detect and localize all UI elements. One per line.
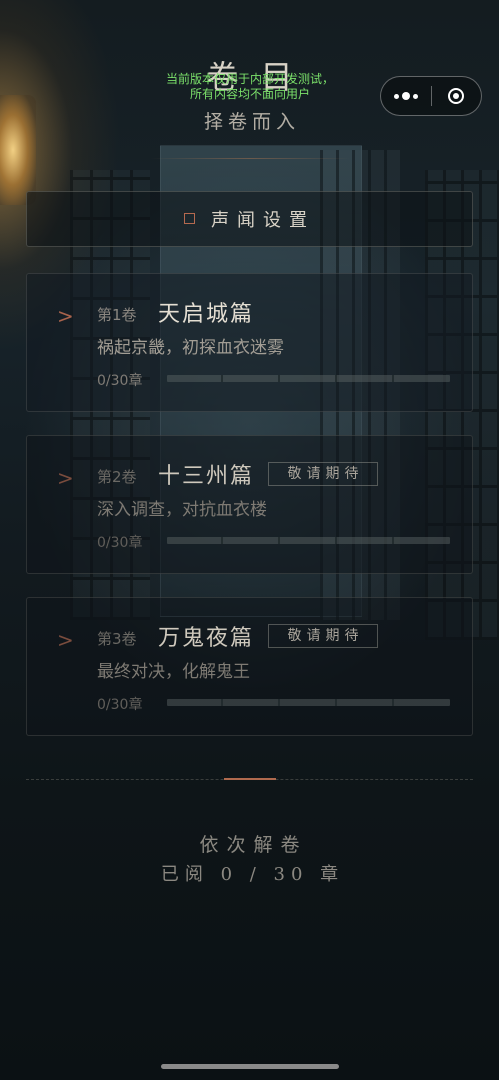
volume-card-3[interactable]: > 第3卷 万鬼夜篇 敬请期待 最终对决，化解鬼王 0/30章 [26, 597, 473, 736]
volume-progress-text: 0/30章 [97, 373, 143, 389]
bar-segment [221, 375, 223, 382]
volume-description: 深入调查，对抗血衣楼 [97, 500, 267, 520]
sound-settings-label: 声闻设置 [211, 210, 315, 231]
bar-segment [335, 537, 337, 544]
home-indicator [161, 1064, 339, 1069]
chevron-right-icon: > [57, 304, 74, 328]
bar-segment [221, 537, 223, 544]
volume-progress-bar [167, 537, 450, 544]
close-miniprogram-button[interactable] [431, 76, 481, 116]
volume-description: 祸起京畿，初探血衣迷雾 [97, 338, 284, 358]
bar-segment [278, 699, 280, 706]
volume-progress-text: 0/30章 [97, 697, 143, 713]
divider-accent [224, 778, 276, 780]
bar-segment [278, 375, 280, 382]
dev-notice-line2: 所有内容均不面向用户 [189, 87, 310, 101]
more-menu-button[interactable] [381, 76, 431, 116]
bar-segment [221, 699, 223, 706]
dev-notice: 当前版本仅用于内部开发测试， 所有内容均不面向用户 [150, 72, 350, 102]
bar-segment [335, 699, 337, 706]
coming-soon-badge: 敬请期待 [268, 624, 378, 648]
title-divider [150, 158, 350, 159]
miniprogram-capsule [380, 76, 482, 116]
volume-progress-bar [167, 699, 450, 706]
target-icon [448, 88, 465, 104]
volume-number: 第3卷 [97, 630, 137, 648]
dev-notice-line1: 当前版本仅用于内部开发测试， [165, 72, 334, 86]
bar-segment [392, 699, 394, 706]
footer-progress: 已阅 0 / 30 章 [160, 864, 345, 885]
square-outline-icon [184, 212, 195, 224]
sound-settings-button[interactable]: 声闻设置 [26, 191, 473, 247]
more-dot-icon [401, 92, 410, 100]
volume-name: 天启城篇 [158, 302, 255, 327]
footer-title: 依次解卷 [199, 834, 308, 856]
bar-segment [278, 537, 280, 544]
volume-name: 万鬼夜篇 [158, 626, 255, 651]
volume-card-1[interactable]: > 第1卷 天启城篇 祸起京畿，初探血衣迷雾 0/30章 [26, 273, 473, 412]
volume-number: 第1卷 [97, 306, 137, 324]
more-dot-icon [393, 93, 399, 99]
volume-description: 最终对决，化解鬼王 [97, 662, 250, 682]
chevron-right-icon: > [57, 466, 74, 490]
volume-progress-bar [167, 375, 450, 382]
more-dot-icon [412, 93, 418, 99]
bar-segment [392, 375, 394, 382]
volume-card-2[interactable]: > 第2卷 十三州篇 敬请期待 深入调查，对抗血衣楼 0/30章 [26, 435, 473, 574]
chevron-right-icon: > [57, 628, 74, 652]
volume-progress-text: 0/30章 [97, 535, 143, 551]
bar-segment [392, 537, 394, 544]
volume-name: 十三州篇 [158, 464, 255, 489]
coming-soon-badge: 敬请期待 [268, 462, 378, 486]
volume-number: 第2卷 [97, 468, 137, 486]
bar-segment [335, 375, 337, 382]
